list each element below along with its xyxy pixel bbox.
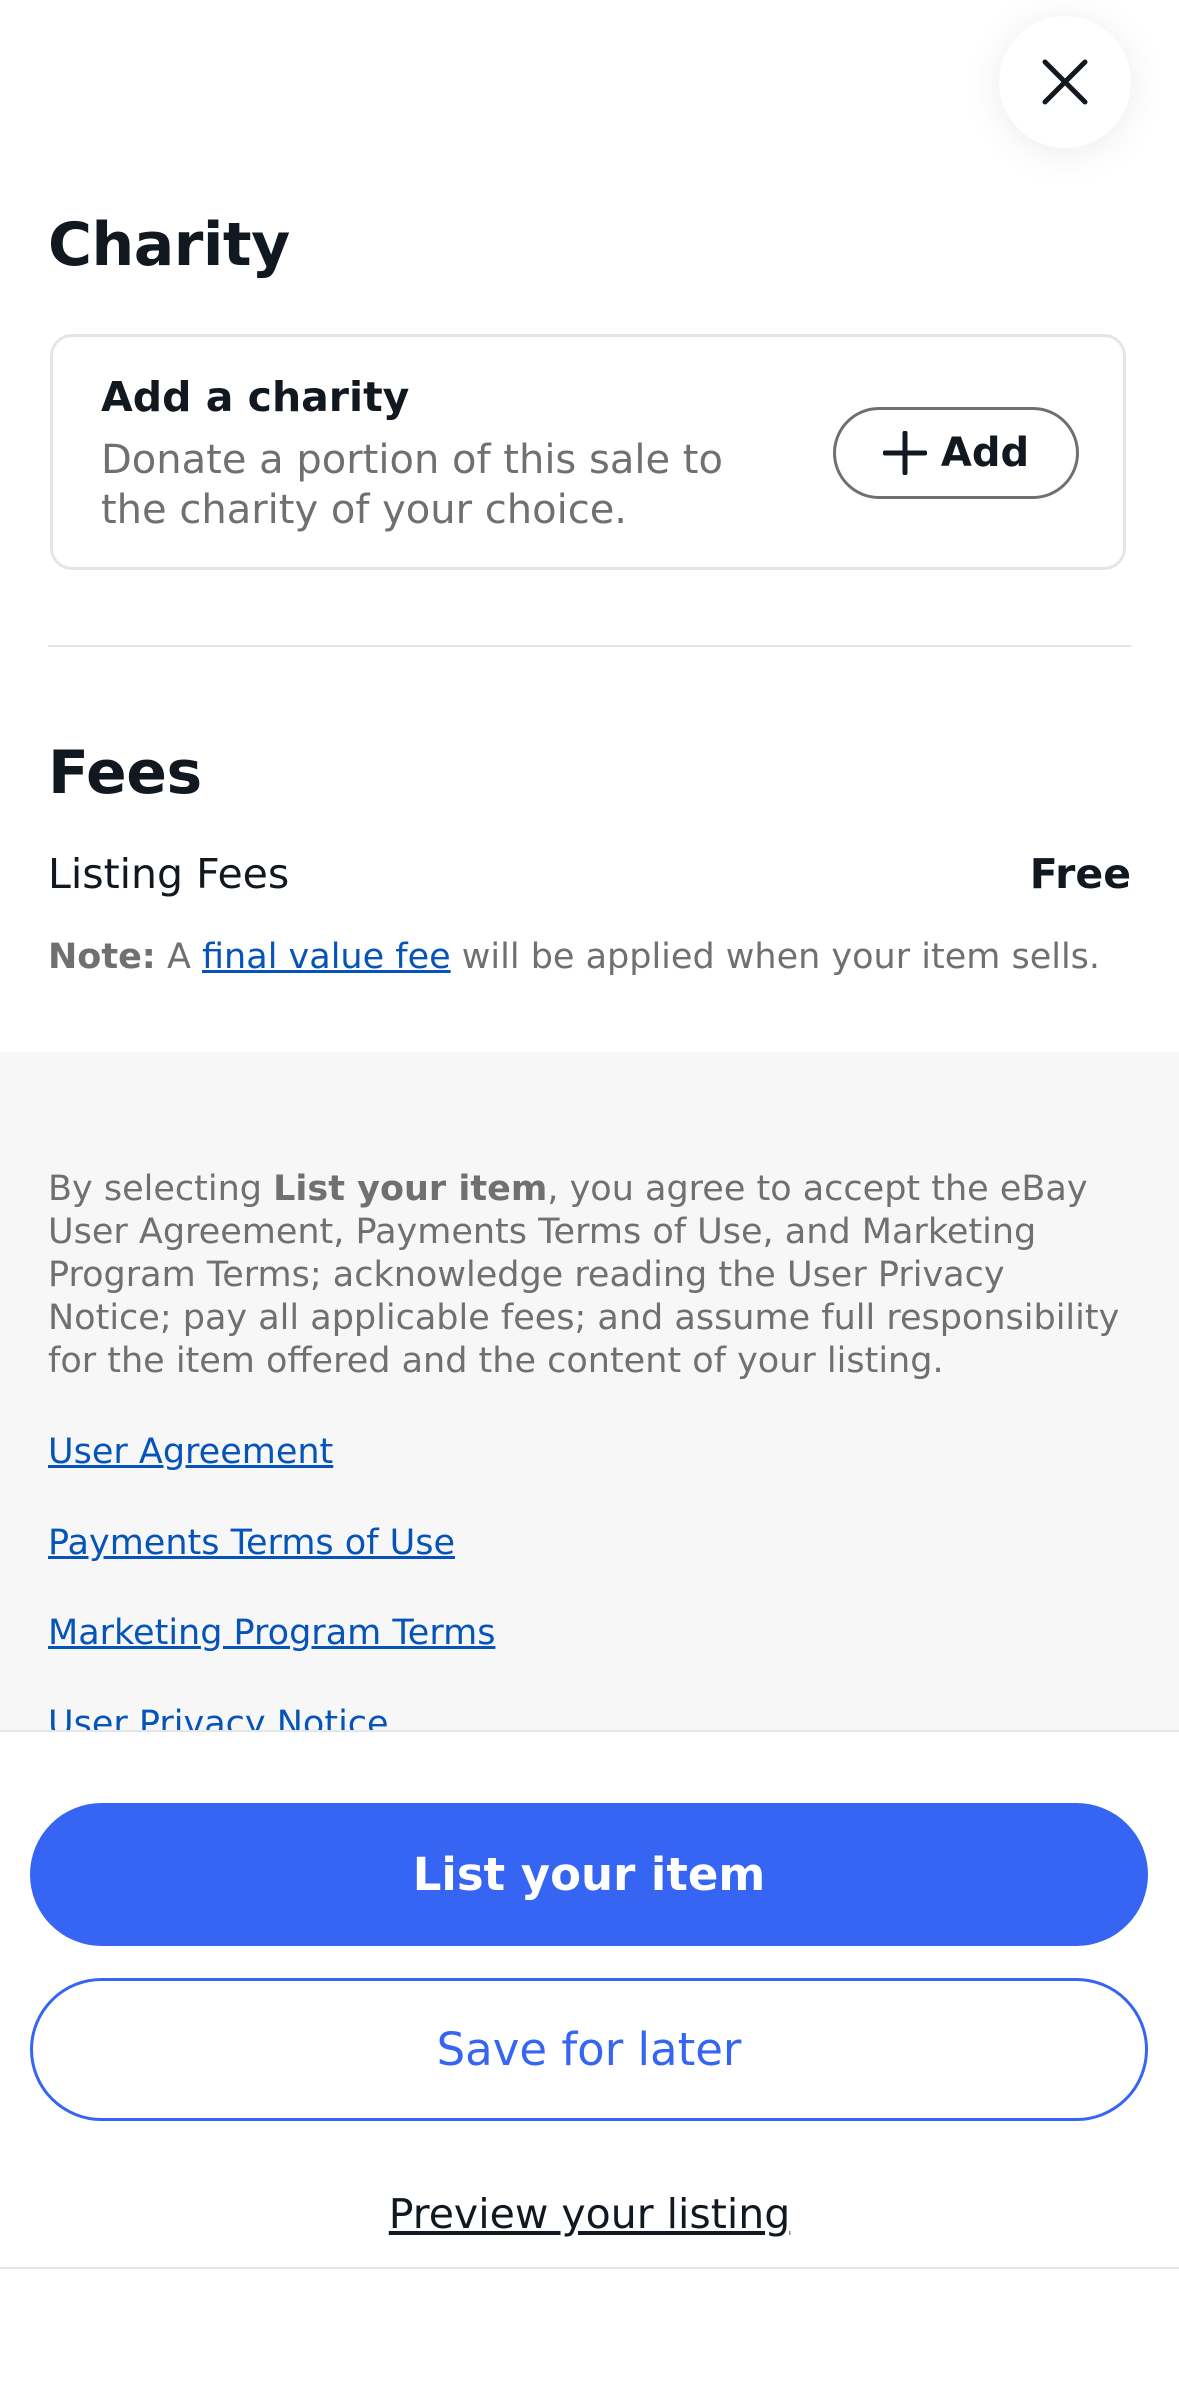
save-for-later-button[interactable]: Save for later	[30, 1978, 1148, 2121]
charity-card-description: Donate a portion of this sale to the cha…	[101, 437, 723, 533]
fee-note-pre: A	[155, 937, 203, 977]
plus-icon	[882, 431, 927, 475]
legal-text-bold: List your item	[273, 1169, 548, 1209]
legal-section: By selecting List your item, you agree t…	[0, 1052, 1179, 1730]
legal-text: By selecting List your item, you agree t…	[48, 1168, 1133, 1383]
list-your-item-button[interactable]: List your item	[30, 1803, 1148, 1946]
section-divider	[48, 645, 1131, 647]
listing-fees-label: Listing Fees	[48, 850, 290, 898]
add-charity-button[interactable]: Add	[833, 407, 1079, 499]
bottom-divider	[0, 2267, 1179, 2269]
user-agreement-link[interactable]: User Agreement	[48, 1432, 333, 1472]
fee-note: Note: A final value fee will be applied …	[48, 937, 1100, 977]
close-button[interactable]	[999, 16, 1131, 148]
footer-divider	[0, 1730, 1179, 1732]
charity-card: Add a charity Donate a portion of this s…	[50, 334, 1126, 570]
close-icon	[1042, 59, 1088, 105]
preview-listing-link[interactable]: Preview your listing	[0, 2190, 1179, 2238]
listing-fees-value: Free	[1029, 850, 1131, 898]
payments-terms-link[interactable]: Payments Terms of Use	[48, 1523, 455, 1563]
fee-note-post: will be applied when your item sells.	[450, 937, 1101, 977]
marketing-program-terms-link[interactable]: Marketing Program Terms	[48, 1613, 495, 1653]
fees-title: Fees	[48, 738, 202, 808]
fee-note-bold: Note:	[48, 937, 156, 977]
charity-card-title: Add a charity	[101, 373, 410, 421]
user-privacy-notice-link[interactable]: User Privacy Notice	[48, 1704, 389, 1730]
charity-title: Charity	[48, 210, 290, 280]
final-value-fee-link[interactable]: final value fee	[202, 937, 451, 977]
add-charity-label: Add	[940, 430, 1030, 476]
legal-text-pre: By selecting	[48, 1169, 274, 1209]
